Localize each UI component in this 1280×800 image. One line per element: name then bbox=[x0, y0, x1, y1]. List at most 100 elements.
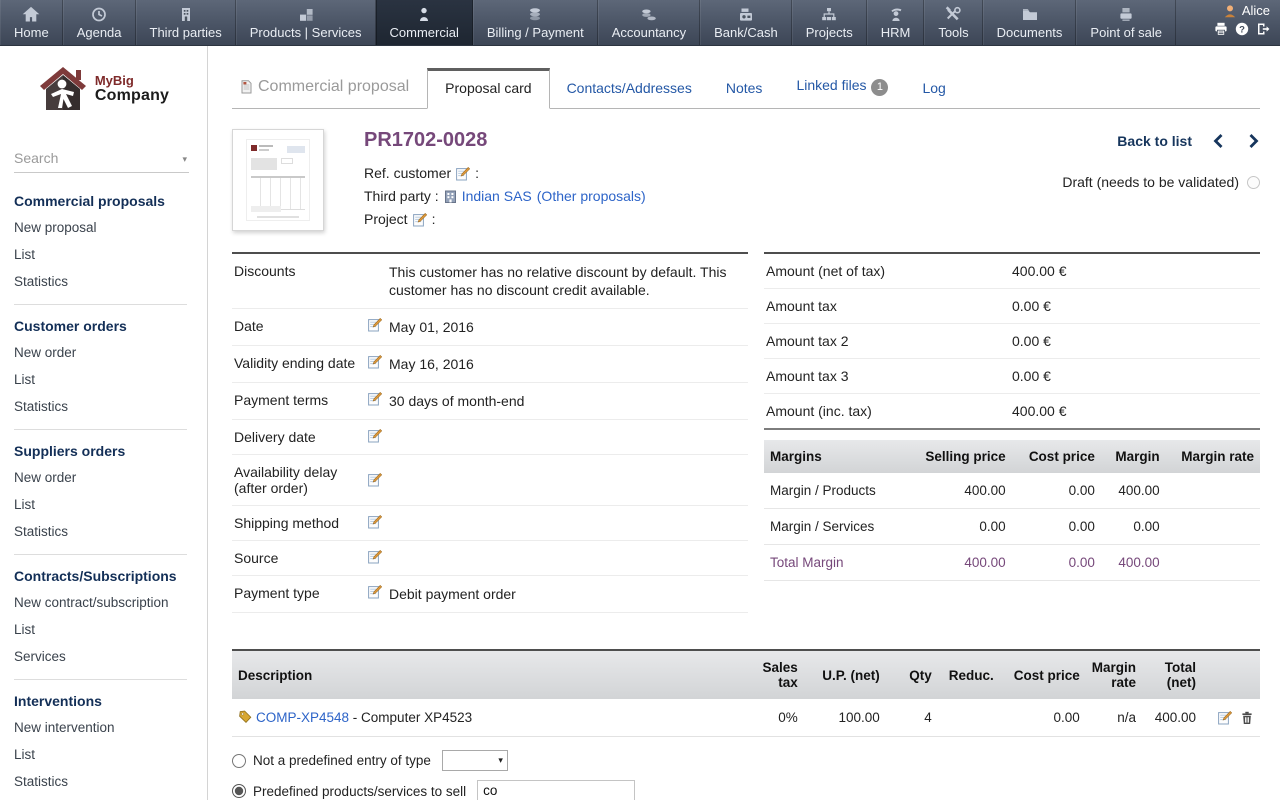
edit-project-icon[interactable] bbox=[413, 213, 427, 227]
sidebar-item-supplier-orders-statistics[interactable]: Statistics bbox=[14, 518, 193, 545]
field-row-delivery-date: Delivery date bbox=[232, 420, 748, 455]
other-proposals-link[interactable]: (Other proposals) bbox=[537, 185, 646, 208]
amount-row-tax3: Amount tax 3 0.00 € bbox=[764, 359, 1260, 394]
sidebar-item-new-intervention[interactable]: New intervention bbox=[14, 714, 193, 741]
mini-invoice-preview bbox=[246, 139, 310, 221]
sidebar-item-new-contract[interactable]: New contract/subscription bbox=[14, 589, 193, 616]
edit-ref-customer-icon[interactable] bbox=[456, 167, 470, 181]
product-ref-link[interactable]: COMP-XP4548 bbox=[256, 710, 349, 725]
nav-item-home[interactable]: Home bbox=[0, 0, 63, 45]
billing-coins-icon bbox=[526, 4, 544, 25]
nav-item-bank-cash[interactable]: Bank/Cash bbox=[700, 0, 792, 45]
logo-text-line1: MyBig bbox=[95, 74, 169, 87]
divider bbox=[14, 679, 187, 680]
third-party-link[interactable]: Indian SAS bbox=[462, 185, 532, 208]
tab-bar: Commercial proposal Proposal card Contac… bbox=[232, 68, 1260, 109]
sidebar-section-customer-orders[interactable]: Customer orders bbox=[14, 312, 193, 339]
field-row-validity: Validity ending date May 16, 2016 bbox=[232, 346, 748, 383]
main-content: Commercial proposal Proposal card Contac… bbox=[209, 46, 1280, 800]
logout-icon[interactable] bbox=[1256, 22, 1270, 36]
help-icon[interactable] bbox=[1235, 22, 1249, 36]
table-row-product-line: COMP-XP4548 - Computer XP4523 0% 100.00 … bbox=[232, 699, 1260, 737]
sidebar-item-orders-statistics[interactable]: Statistics bbox=[14, 393, 193, 420]
edit-payment-terms-icon[interactable] bbox=[368, 392, 382, 406]
product-tag-icon bbox=[238, 710, 252, 724]
org-chart-icon bbox=[820, 4, 838, 25]
nav-item-agenda[interactable]: Agenda bbox=[63, 0, 136, 45]
edit-delivery-date-icon[interactable] bbox=[368, 429, 382, 443]
sidebar-section-interventions[interactable]: Interventions bbox=[14, 687, 193, 714]
divider bbox=[14, 429, 187, 430]
nav-item-projects[interactable]: Projects bbox=[792, 0, 867, 45]
nav-item-hrm[interactable]: HRM bbox=[867, 0, 925, 45]
next-record-icon[interactable] bbox=[1246, 133, 1260, 149]
sidebar-item-interventions-list[interactable]: List bbox=[14, 741, 193, 768]
third-parties-icon bbox=[177, 4, 195, 25]
amounts-table: Amount (net of tax) 400.00 € Amount tax … bbox=[764, 252, 1260, 430]
margins-row-services: Margin / Services 0.00 0.00 0.00 bbox=[764, 509, 1260, 545]
lines-table: Description Sales tax U.P. (net) Qty Red… bbox=[232, 649, 1260, 737]
edit-source-icon[interactable] bbox=[368, 550, 382, 564]
amount-row-net: Amount (net of tax) 400.00 € bbox=[764, 254, 1260, 289]
left-sidebar: MyBig Company ▾ Commercial proposals New… bbox=[0, 46, 208, 800]
edit-payment-type-icon[interactable] bbox=[368, 585, 382, 599]
amount-row-tax: Amount tax 0.00 € bbox=[764, 289, 1260, 324]
edit-validity-icon[interactable] bbox=[368, 355, 382, 369]
nav-item-tools[interactable]: Tools bbox=[924, 0, 982, 45]
margins-table: Margins Selling price Cost price Margin … bbox=[764, 440, 1260, 581]
edit-line-icon[interactable] bbox=[1218, 711, 1232, 725]
sidebar-item-contracts-list[interactable]: List bbox=[14, 616, 193, 643]
sidebar-item-new-supplier-order[interactable]: New order bbox=[14, 464, 193, 491]
sidebar-item-orders-list[interactable]: List bbox=[14, 366, 193, 393]
sidebar-item-supplier-orders-list[interactable]: List bbox=[14, 491, 193, 518]
search-input[interactable] bbox=[14, 146, 189, 172]
field-row-source: Source bbox=[232, 541, 748, 576]
nav-item-billing-payment[interactable]: Billing / Payment bbox=[473, 0, 598, 45]
free-entry-type-select[interactable]: ▾ bbox=[442, 750, 508, 771]
tab-notes[interactable]: Notes bbox=[709, 80, 780, 108]
sidebar-item-interventions-statistics[interactable]: Statistics bbox=[14, 768, 193, 795]
nav-item-documents[interactable]: Documents bbox=[983, 0, 1077, 45]
sidebar-item-proposals-list[interactable]: List bbox=[14, 241, 193, 268]
sidebar-item-proposals-statistics[interactable]: Statistics bbox=[14, 268, 193, 295]
product-search-input[interactable] bbox=[477, 780, 635, 800]
products-icon bbox=[297, 4, 315, 25]
sidebar-item-new-order[interactable]: New order bbox=[14, 339, 193, 366]
nav-item-commercial[interactable]: Commercial bbox=[376, 0, 473, 45]
previous-record-icon[interactable] bbox=[1212, 133, 1226, 149]
back-to-list-link[interactable]: Back to list bbox=[1117, 133, 1192, 149]
company-logo: MyBig Company bbox=[0, 66, 207, 112]
free-entry-radio[interactable] bbox=[232, 754, 246, 768]
margins-row-total: Total Margin 400.00 0.00 400.00 bbox=[764, 545, 1260, 581]
sidebar-item-new-proposal[interactable]: New proposal bbox=[14, 214, 193, 241]
user-avatar-icon bbox=[1223, 4, 1237, 18]
tab-contacts-addresses[interactable]: Contacts/Addresses bbox=[550, 80, 709, 108]
document-preview-thumbnail[interactable] bbox=[232, 129, 324, 231]
predefined-radio[interactable] bbox=[232, 784, 246, 798]
ref-customer-line: Ref. customer : bbox=[364, 162, 646, 185]
tab-proposal-card[interactable]: Proposal card bbox=[427, 68, 549, 109]
user-menu[interactable]: Alice bbox=[1223, 3, 1270, 18]
nav-item-accountancy[interactable]: Accountancy bbox=[598, 0, 700, 45]
edit-date-icon[interactable] bbox=[368, 318, 382, 332]
commercial-icon bbox=[415, 4, 433, 25]
nav-item-point-of-sale[interactable]: Point of sale bbox=[1076, 0, 1176, 45]
search-dropdown-caret-icon[interactable]: ▾ bbox=[182, 154, 187, 165]
proposal-fields-table: Discounts This customer has no relative … bbox=[232, 252, 748, 613]
proposal-header: PR1702-0028 Ref. customer : Third party … bbox=[232, 129, 1260, 231]
accountancy-coins-icon bbox=[640, 4, 658, 25]
margins-row-products: Margin / Products 400.00 0.00 400.00 bbox=[764, 473, 1260, 509]
nav-item-products-services[interactable]: Products | Services bbox=[236, 0, 376, 45]
delete-line-trash-icon[interactable] bbox=[1240, 711, 1254, 725]
nav-item-third-parties[interactable]: Third parties bbox=[136, 0, 236, 45]
sidebar-section-contracts[interactable]: Contracts/Subscriptions bbox=[14, 562, 193, 589]
sidebar-section-commercial-proposals[interactable]: Commercial proposals bbox=[14, 187, 193, 214]
print-icon[interactable] bbox=[1214, 22, 1228, 36]
sidebar-item-contracts-services[interactable]: Services bbox=[14, 643, 193, 670]
sidebar-section-suppliers-orders[interactable]: Suppliers orders bbox=[14, 437, 193, 464]
tab-linked-files[interactable]: Linked files1 bbox=[779, 77, 905, 108]
tab-log[interactable]: Log bbox=[905, 80, 962, 108]
edit-shipping-icon[interactable] bbox=[368, 515, 382, 529]
agenda-icon bbox=[90, 4, 108, 25]
edit-availability-icon[interactable] bbox=[368, 473, 382, 487]
